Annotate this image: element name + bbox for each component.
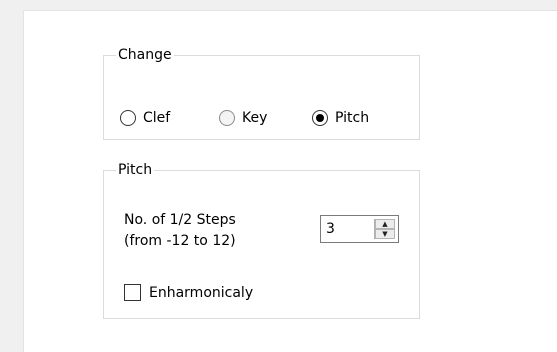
spin-up-icon[interactable]: ▲ <box>375 219 395 229</box>
radio-clef-circle[interactable] <box>120 110 136 126</box>
radio-key[interactable]: Key <box>219 110 267 126</box>
radio-pitch-label: Pitch <box>335 110 370 126</box>
change-group-title: Change <box>118 47 172 63</box>
steps-spinner[interactable]: 3 ▲ ▼ <box>320 215 399 243</box>
steps-label-line2: (from -12 to 12) <box>124 233 236 249</box>
spinner-buttons: ▲ ▼ <box>374 219 395 239</box>
steps-label-line1: No. of 1/2 Steps <box>124 212 236 228</box>
steps-label: No. of 1/2 Steps (from -12 to 12) <box>124 210 236 252</box>
change-group: Change Clef Key Pitch <box>103 47 420 140</box>
spin-down-icon[interactable]: ▼ <box>375 229 395 239</box>
radio-clef-label: Clef <box>143 110 171 126</box>
enharmonic-checkbox-label: Enharmonicaly <box>149 284 254 301</box>
enharmonic-checkbox-box[interactable] <box>124 284 141 301</box>
radio-clef[interactable]: Clef <box>120 110 170 126</box>
radio-key-circle[interactable] <box>219 110 235 126</box>
pitch-group: Pitch No. of 1/2 Steps (from -12 to 12) … <box>103 162 420 319</box>
enharmonic-checkbox[interactable]: Enharmonicaly <box>124 284 253 301</box>
steps-spinner-value[interactable]: 3 <box>321 216 374 242</box>
radio-pitch-circle[interactable] <box>312 110 328 126</box>
pitch-group-title: Pitch <box>118 162 153 178</box>
radio-pitch[interactable]: Pitch <box>312 110 369 126</box>
radio-key-label: Key <box>242 110 268 126</box>
